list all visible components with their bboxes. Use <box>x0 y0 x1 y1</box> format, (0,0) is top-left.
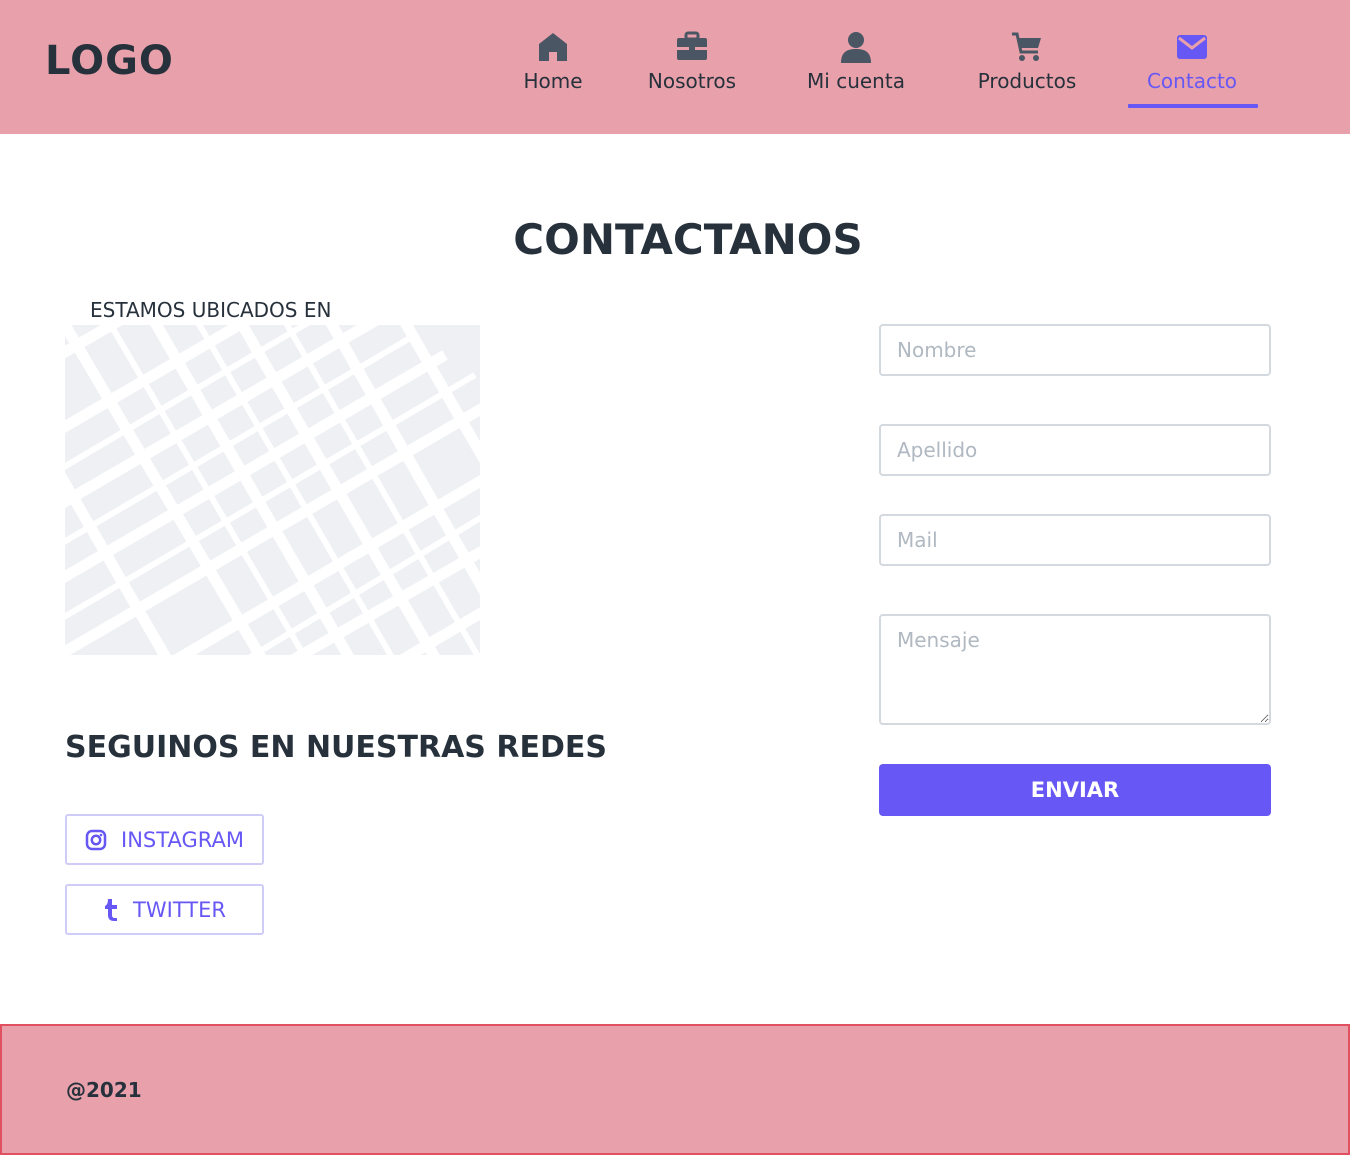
tumblr-icon <box>105 898 118 921</box>
map-streets <box>65 325 480 655</box>
location-label: ESTAMOS UBICADOS EN <box>90 298 332 322</box>
nav-item-contacto[interactable]: Contacto <box>1146 30 1238 110</box>
active-nav-indicator <box>1128 104 1258 108</box>
twitter-button[interactable]: TWITTER <box>65 884 264 935</box>
user-icon <box>841 32 871 63</box>
page-title: CONTACTANOS <box>513 215 863 264</box>
nav-item-mi-cuenta[interactable]: Mi cuenta <box>806 30 906 110</box>
home-icon <box>539 33 567 61</box>
social-title: SEGUINOS EN NUESTRAS REDES <box>65 730 607 765</box>
briefcase-icon <box>677 31 707 60</box>
nav-label-mi-cuenta: Mi cuenta <box>807 69 905 93</box>
mensaje-textarea[interactable] <box>879 614 1271 725</box>
cart-icon <box>1012 32 1041 61</box>
nav-label-contacto: Contacto <box>1146 69 1238 93</box>
nav-item-nosotros[interactable]: Nosotros <box>645 30 739 110</box>
instagram-icon <box>85 829 107 850</box>
header: LOGO Home Nosotros Mi cuenta Productos C… <box>0 0 1350 134</box>
nav-item-home[interactable]: Home <box>522 30 584 110</box>
mail-icon <box>1177 35 1207 59</box>
instagram-label: INSTAGRAM <box>121 827 244 852</box>
nav-label-nosotros: Nosotros <box>647 69 737 93</box>
mail-input[interactable] <box>879 514 1271 566</box>
nombre-input[interactable] <box>879 324 1271 376</box>
copyright-text: @2021 <box>66 1078 142 1102</box>
nav-label-productos: Productos <box>977 69 1077 93</box>
nav-item-productos[interactable]: Productos <box>974 30 1080 110</box>
apellido-input[interactable] <box>879 424 1271 476</box>
twitter-label: TWITTER <box>133 897 226 922</box>
map[interactable] <box>65 325 480 655</box>
enviar-button[interactable]: ENVIAR <box>879 764 1271 816</box>
logo[interactable]: LOGO <box>45 38 174 84</box>
nav-label-home: Home <box>523 69 583 93</box>
instagram-button[interactable]: INSTAGRAM <box>65 814 264 865</box>
footer: @2021 <box>0 1024 1350 1155</box>
